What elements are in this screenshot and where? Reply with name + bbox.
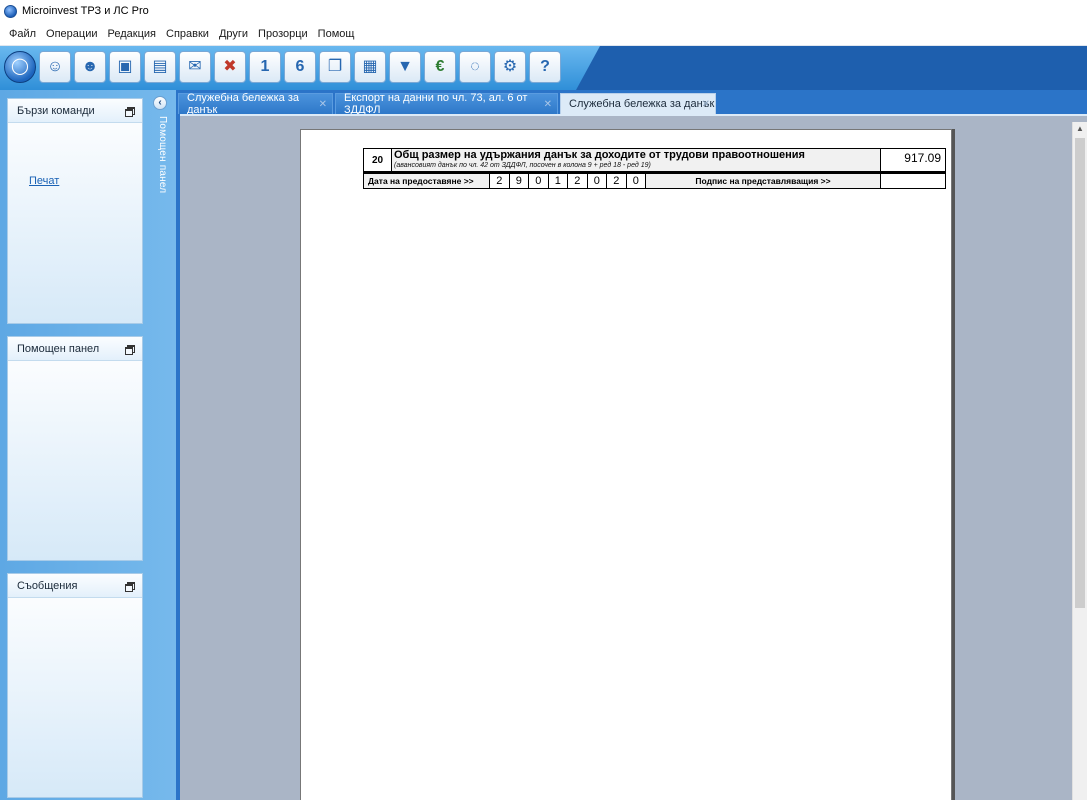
tab-label: Експорт на данни по чл. 73, ал. 6 от ЗДД… xyxy=(344,92,528,116)
restore-icon[interactable] xyxy=(125,344,135,355)
document-6-icon: 6 xyxy=(295,58,305,75)
messages-title: Съобщения xyxy=(17,579,78,592)
app-logo-icon xyxy=(4,4,17,18)
restore-icon[interactable] xyxy=(125,581,135,592)
quick-commands-header: Бързи команди xyxy=(8,99,142,123)
cancel-envelope-icon: ✖ xyxy=(223,58,237,75)
users-icon: ☺ xyxy=(46,58,64,75)
payroll-envelope-button[interactable]: ✉ xyxy=(179,51,211,83)
quick-commands-panel: Бързи команди Печат xyxy=(7,98,143,324)
document-6-button[interactable]: 6 xyxy=(284,51,316,83)
menu-windows[interactable]: Прозорци xyxy=(253,28,313,40)
restore-icon[interactable] xyxy=(125,106,135,117)
person-document-icon: ▦ xyxy=(362,58,378,75)
help-icon: ? xyxy=(540,58,550,75)
globe-button[interactable]: ◯ xyxy=(4,51,36,83)
scroll-up-icon[interactable]: ▲ xyxy=(1076,124,1084,133)
settings-button[interactable]: ⚙ xyxy=(494,51,526,83)
close-icon[interactable]: ✕ xyxy=(319,99,327,110)
group-button[interactable]: ☻ xyxy=(74,51,106,83)
menu-edit[interactable]: Редакция xyxy=(103,28,161,40)
toolbar: ◯ ☺ ☻ ▣ ▤ ✉ ✖ 1 6 ❐ ▦ ▼ € ◌ ⚙ ? xyxy=(0,46,1087,90)
document-1-icon: 1 xyxy=(260,58,270,75)
tab-label: Служебна бележка за данък xyxy=(187,92,299,116)
menu-help[interactable]: Помощ xyxy=(313,28,360,40)
chat-button[interactable]: ◌ xyxy=(459,51,491,83)
date-digit: 0 xyxy=(627,174,646,188)
tax-form: 20 Общ размер на удържания данък за дохо… xyxy=(363,148,946,189)
help-panel-header: Помощен панел xyxy=(8,337,142,361)
quick-commands-title: Бързи команди xyxy=(17,104,95,117)
window-title: Microinvest ТРЗ и ЛС Pro xyxy=(22,5,149,17)
document-tabs: Служебна бележка за данък ✕ Експорт на д… xyxy=(176,90,1087,116)
employees-list-icon: ▤ xyxy=(152,58,168,75)
globe-icon: ◯ xyxy=(11,58,29,75)
row-number: 20 xyxy=(364,149,392,171)
toolbar-buttons: ◯ ☺ ☻ ▣ ▤ ✉ ✖ 1 6 ❐ ▦ ▼ € ◌ ⚙ ? xyxy=(4,51,561,83)
scroll-thumb[interactable] xyxy=(1075,138,1085,608)
document-1-button[interactable]: 1 xyxy=(249,51,281,83)
menu-operations[interactable]: Операции xyxy=(41,28,102,40)
messages-panel: Съобщения xyxy=(7,573,143,798)
employees-list-button[interactable]: ▤ xyxy=(144,51,176,83)
employee-card-button[interactable]: ▣ xyxy=(109,51,141,83)
menu-reports[interactable]: Справки xyxy=(161,28,214,40)
help-panel-title: Помощен панел xyxy=(17,342,100,355)
settings-icon: ⚙ xyxy=(502,58,518,75)
employee-card-icon: ▣ xyxy=(117,58,133,75)
person-document-button[interactable]: ▦ xyxy=(354,51,386,83)
form-date-row: Дата на предоставяне >> 2 9 0 1 2 0 2 0 … xyxy=(363,172,946,189)
documents-icon: ❐ xyxy=(327,58,343,75)
menu-bar: Файл Операции Редакция Справки Други Про… xyxy=(0,22,1087,46)
vertical-scrollbar[interactable]: ▲ xyxy=(1072,122,1087,800)
menu-file[interactable]: Файл xyxy=(4,28,41,40)
close-icon[interactable]: ✕ xyxy=(702,99,710,110)
report-page: 20 Общ размер на удържания данък за дохо… xyxy=(300,129,952,800)
date-digit: 2 xyxy=(607,174,627,188)
chat-icon: ◌ xyxy=(470,58,480,75)
date-digit: 9 xyxy=(510,174,529,188)
signature-box xyxy=(881,174,945,188)
row-description: Общ размер на удържания данък за доходит… xyxy=(392,149,881,171)
collapse-panel-button[interactable]: ‹ xyxy=(153,96,167,110)
print-link[interactable]: Печат xyxy=(29,175,59,187)
signature-label: Подпис на представляващия >> xyxy=(646,174,881,188)
group-icon: ☻ xyxy=(81,58,99,75)
row-value: 917.09 xyxy=(904,151,941,165)
messages-header: Съобщения xyxy=(8,574,142,598)
tab-tax-note-2[interactable]: Служебна бележка за данък ✕ xyxy=(560,93,716,114)
users-button[interactable]: ☺ xyxy=(39,51,71,83)
form-row-20: 20 Общ размер на удържания данък за дохо… xyxy=(363,148,946,172)
help-button[interactable]: ? xyxy=(529,51,561,83)
date-digit: 1 xyxy=(549,174,568,188)
euro-button[interactable]: € xyxy=(424,51,456,83)
cancel-envelope-button[interactable]: ✖ xyxy=(214,51,246,83)
row-title: Общ размер на удържания данък за доходит… xyxy=(394,149,805,161)
documents-button[interactable]: ❐ xyxy=(319,51,351,83)
help-panel: Помощен панел xyxy=(7,336,143,561)
download-button[interactable]: ▼ xyxy=(389,51,421,83)
date-digit: 2 xyxy=(568,174,588,188)
payroll-envelope-icon: ✉ xyxy=(188,58,202,75)
date-digit: 0 xyxy=(588,174,607,188)
tab-label: Служебна бележка за данък xyxy=(569,98,715,110)
date-digit: 2 xyxy=(490,174,510,188)
report-viewer: 20 Общ размер на удържания данък за дохо… xyxy=(180,114,1087,800)
title-bar: Microinvest ТРЗ и ЛС Pro xyxy=(0,0,1087,22)
main-area: Служебна бележка за данък ✕ Експорт на д… xyxy=(176,90,1087,800)
tab-tax-note-1[interactable]: Служебна бележка за данък ✕ xyxy=(178,92,333,116)
euro-icon: € xyxy=(435,58,445,75)
tab-export-data[interactable]: Експорт на данни по чл. 73, ал. 6 от ЗДД… xyxy=(335,92,558,116)
menu-other[interactable]: Други xyxy=(214,28,253,40)
close-icon[interactable]: ✕ xyxy=(544,99,552,110)
side-panel-label[interactable]: Помощен панел xyxy=(152,116,168,193)
side-panel-strip: ‹ Помощен панел xyxy=(150,94,170,800)
date-digit: 0 xyxy=(529,174,549,188)
download-icon: ▼ xyxy=(397,58,413,75)
date-label: Дата на предоставяне >> xyxy=(364,174,490,188)
row-note: (авансовият данък по чл. 42 от ЗДДФЛ, по… xyxy=(394,162,651,169)
chevron-left-icon: ‹ xyxy=(158,97,162,108)
